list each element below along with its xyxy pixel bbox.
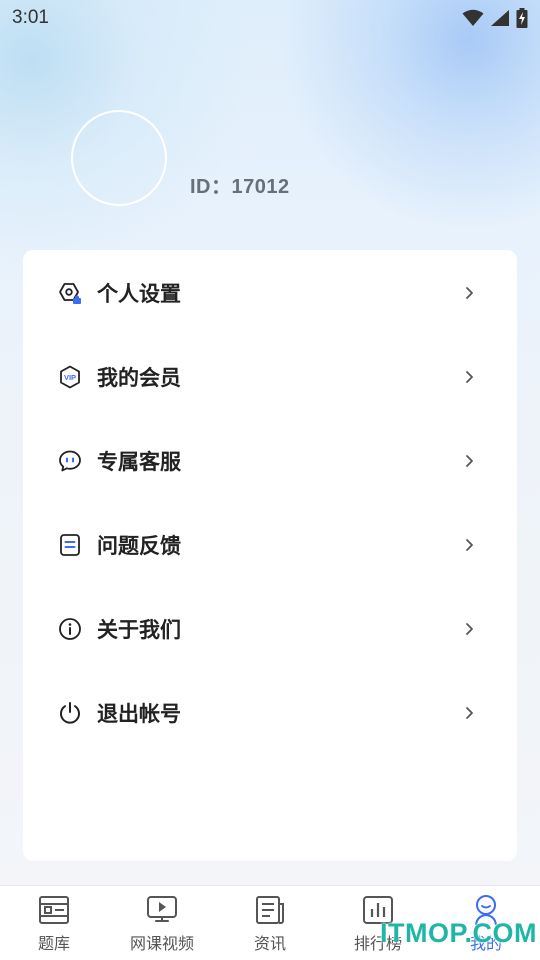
chat-bubble-icon — [58, 449, 82, 473]
menu-item-customer-service[interactable]: 专属客服 — [23, 431, 517, 491]
svg-text:VIP: VIP — [64, 373, 76, 382]
status-icons — [462, 8, 528, 28]
chevron-right-icon — [463, 283, 477, 303]
user-id: ID：17012 — [190, 176, 290, 198]
question-bank-icon — [38, 894, 70, 926]
battery-charging-icon — [516, 8, 528, 28]
tab-news[interactable]: 资讯 — [216, 886, 324, 960]
menu-item-personal-settings[interactable]: 个人设置 — [23, 263, 517, 323]
avatar[interactable] — [71, 110, 167, 206]
tab-question-bank[interactable]: 题库 — [0, 886, 108, 960]
video-course-icon — [146, 894, 178, 926]
signal-icon — [490, 9, 510, 27]
status-bar: 3:01 — [0, 0, 540, 36]
menu-item-my-membership[interactable]: VIP 我的会员 — [23, 347, 517, 407]
chevron-right-icon — [463, 535, 477, 555]
menu-item-label: 个人设置 — [97, 282, 181, 306]
chevron-right-icon — [463, 619, 477, 639]
watermark: ITMOP.COM — [380, 918, 538, 948]
tab-label: 题库 — [37, 934, 70, 953]
menu-item-logout[interactable]: 退出帐号 — [23, 683, 517, 743]
settings-hexagon-icon — [58, 281, 82, 305]
menu-item-label: 问题反馈 — [97, 534, 181, 558]
menu-item-label: 退出帐号 — [97, 702, 181, 726]
vip-shield-icon: VIP — [58, 365, 82, 389]
wifi-icon — [462, 9, 484, 27]
menu-card: 个人设置 VIP 我的会员 专属客服 问题反馈 关于我们 退出帐号 — [23, 250, 517, 861]
power-icon — [58, 701, 82, 725]
chevron-right-icon — [463, 367, 477, 387]
news-icon — [254, 894, 286, 926]
menu-item-label: 我的会员 — [97, 366, 181, 390]
status-time: 3:01 — [12, 7, 49, 28]
tab-video-course[interactable]: 网课视频 — [108, 886, 216, 960]
tab-label: 资讯 — [253, 934, 286, 953]
menu-item-feedback[interactable]: 问题反馈 — [23, 515, 517, 575]
menu-item-label: 关于我们 — [97, 618, 181, 642]
tab-label: 网课视频 — [129, 934, 194, 953]
info-icon — [58, 617, 82, 641]
menu-item-label: 专属客服 — [97, 450, 181, 474]
chevron-right-icon — [463, 451, 477, 471]
chevron-right-icon — [463, 703, 477, 723]
menu-item-about-us[interactable]: 关于我们 — [23, 599, 517, 659]
feedback-note-icon — [58, 533, 82, 557]
